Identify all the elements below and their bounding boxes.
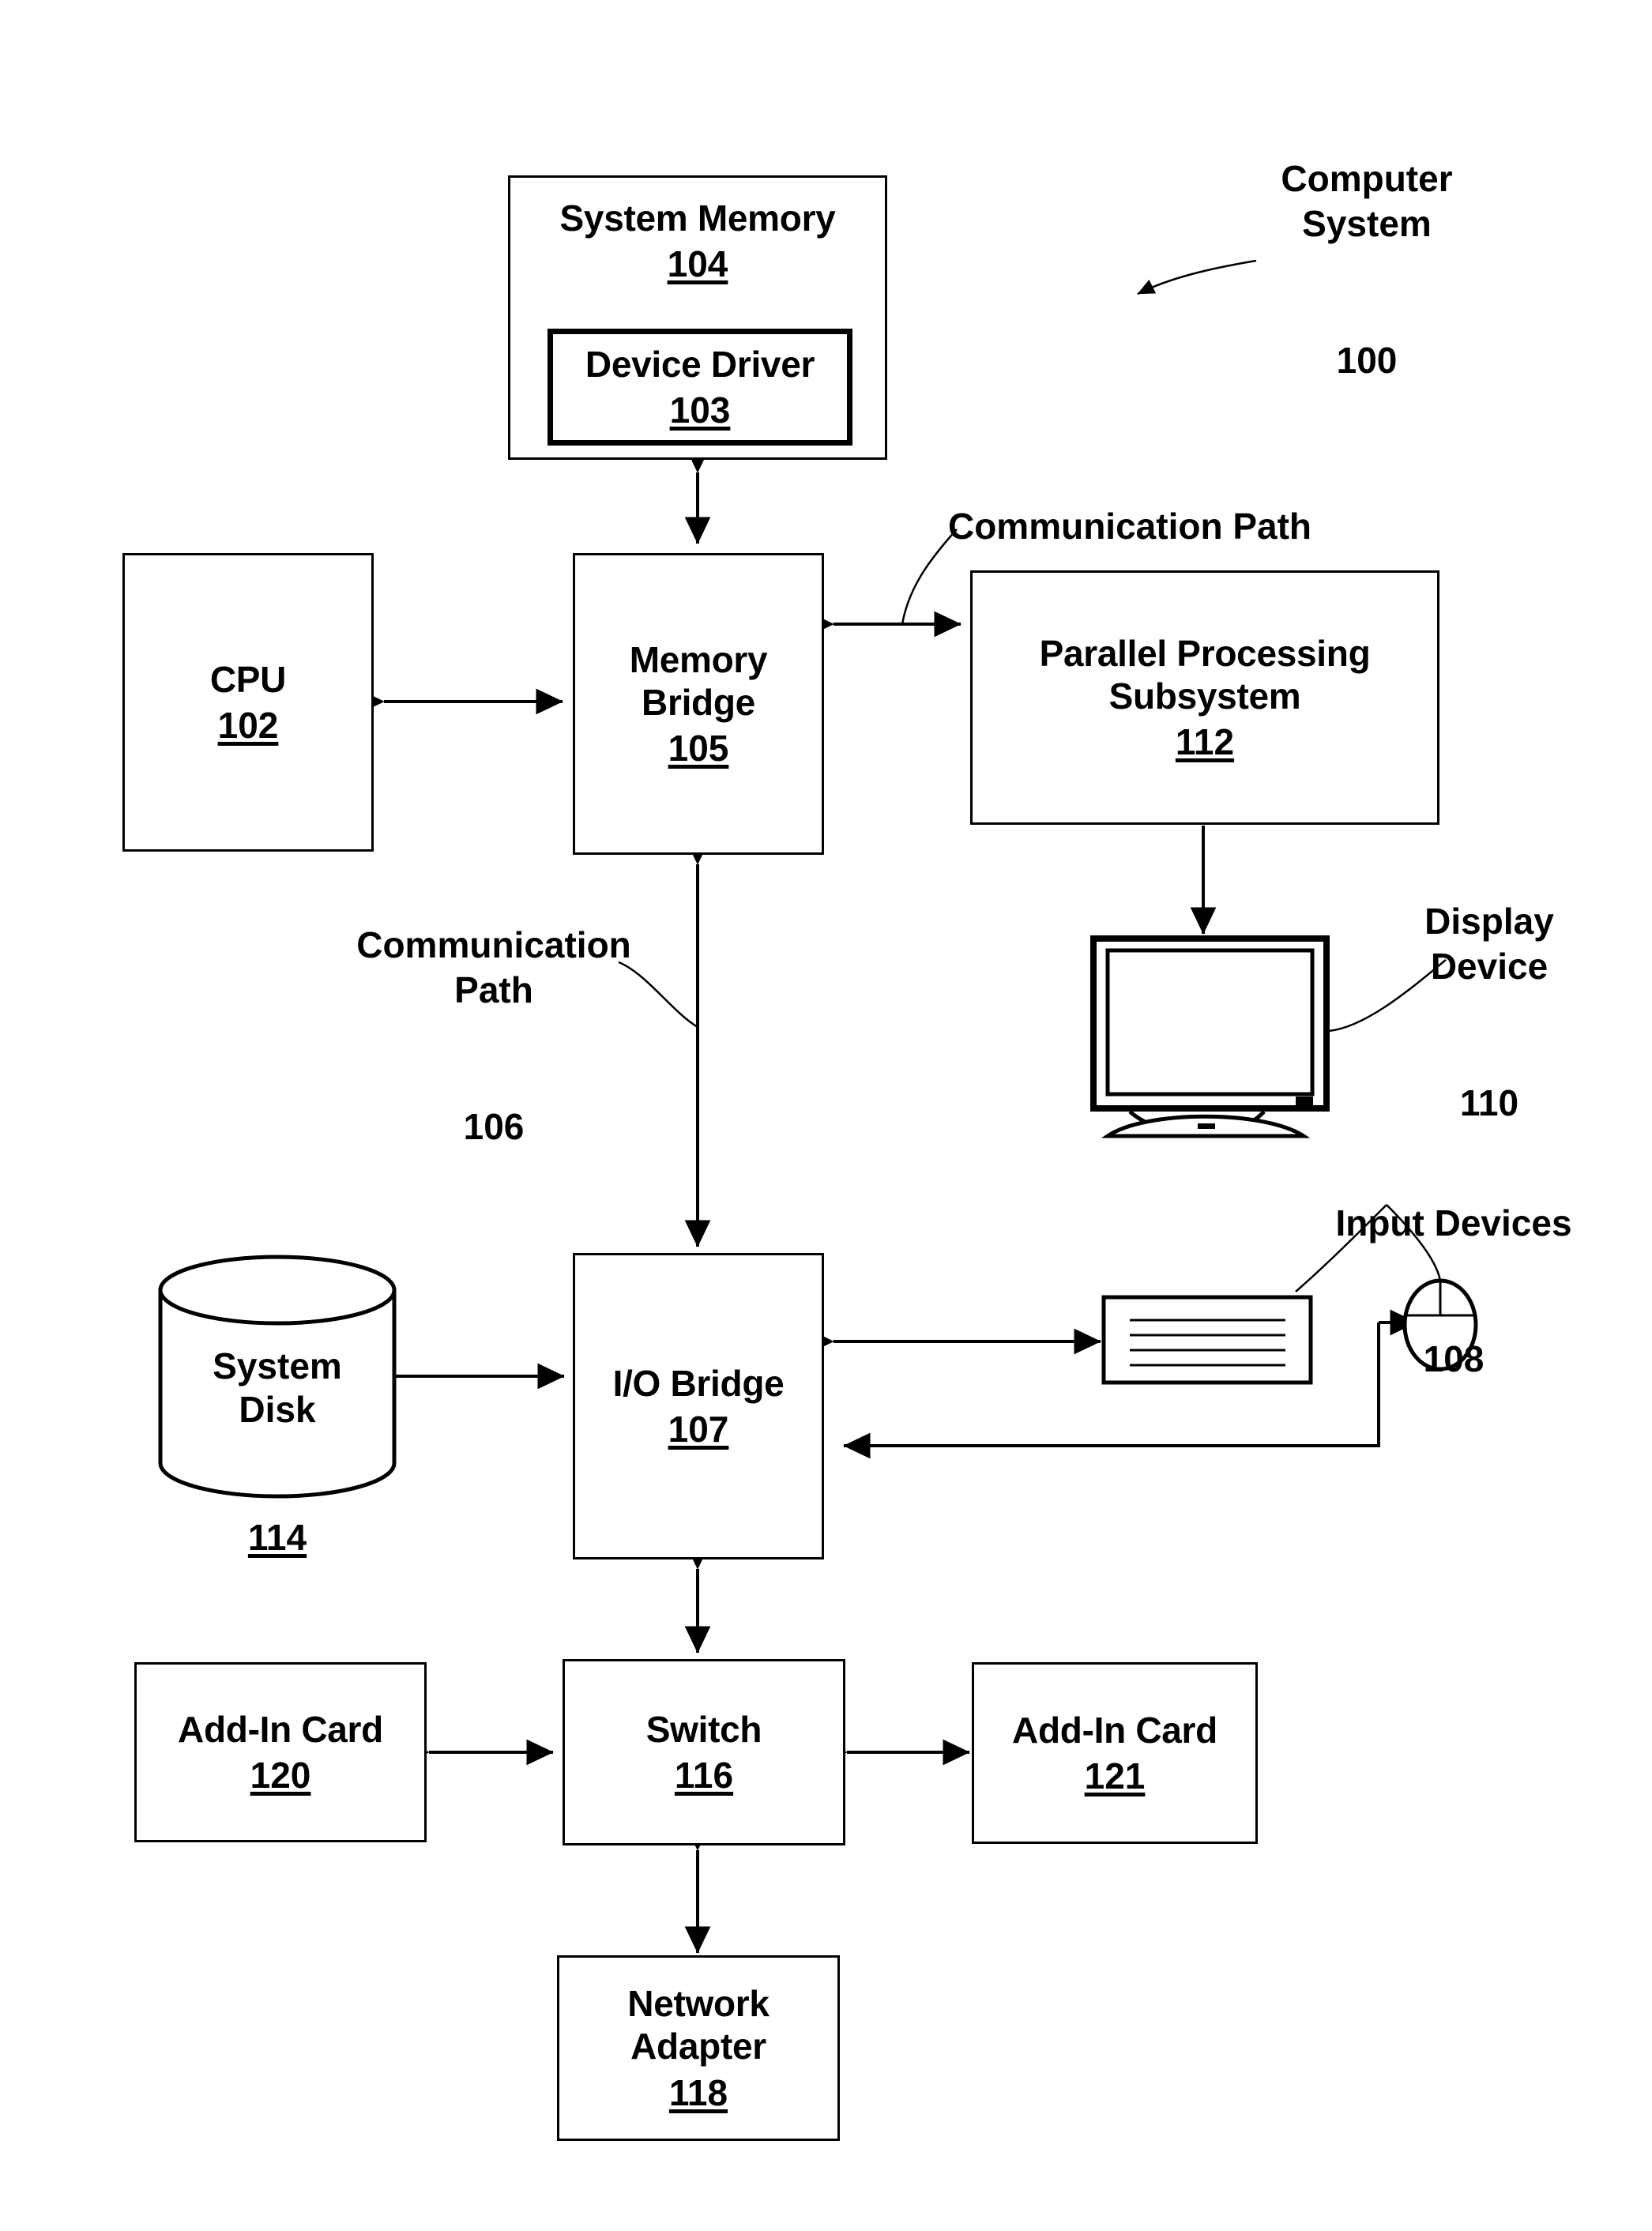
block-system-disk-number: 114 bbox=[247, 1517, 307, 1559]
block-io-bridge[interactable]: I/O Bridge 107 bbox=[573, 1253, 824, 1559]
callout-input-devices: Input Devices 108 bbox=[1288, 1155, 1620, 1383]
block-add-in-card-120[interactable]: Add-In Card 120 bbox=[134, 1662, 427, 1842]
block-add-in-card-120-title: Add-In Card bbox=[178, 1708, 383, 1750]
callout-communication-path-106: Communication Path 106 bbox=[328, 877, 660, 1149]
computer-system-leader-arrow bbox=[1137, 259, 1257, 295]
callout-computer-system: Computer System 100 bbox=[1240, 111, 1493, 383]
callout-display-device: Display Device 110 bbox=[1371, 853, 1608, 1126]
block-system-memory[interactable]: System Memory 104 Device Driver 103 bbox=[508, 175, 887, 460]
block-cpu[interactable]: CPU 102 bbox=[122, 553, 374, 852]
callout-communication-path-106-label: Communication Path bbox=[356, 924, 631, 1011]
block-switch[interactable]: Switch 116 bbox=[563, 1659, 845, 1845]
block-io-bridge-title: I/O Bridge bbox=[612, 1362, 785, 1404]
figure-canvas: Computer System 100 System Memory 104 De… bbox=[0, 0, 1652, 2231]
display-device-monitor bbox=[1090, 935, 1330, 1138]
block-memory-bridge-number: 105 bbox=[668, 728, 729, 769]
block-network-adapter[interactable]: Network Adapter 118 bbox=[557, 1955, 840, 2141]
block-io-bridge-number: 107 bbox=[668, 1409, 729, 1450]
callout-input-devices-label: Input Devices bbox=[1335, 1202, 1572, 1243]
callout-input-devices-number: 108 bbox=[1423, 1338, 1485, 1379]
block-device-driver[interactable]: Device Driver 103 bbox=[548, 329, 852, 446]
block-cpu-number: 102 bbox=[217, 705, 279, 746]
block-device-driver-title: Device Driver bbox=[585, 343, 815, 385]
block-parallel-processing-subsystem[interactable]: Parallel Processing Subsystem 112 bbox=[970, 570, 1439, 825]
block-parallel-processing-subsystem-number: 112 bbox=[1175, 721, 1235, 763]
block-system-memory-title: System Memory bbox=[559, 198, 836, 239]
block-system-disk-title: System Disk bbox=[213, 1345, 342, 1430]
block-cpu-title: CPU bbox=[209, 658, 287, 700]
block-system-disk[interactable]: System Disk 114 bbox=[160, 1302, 394, 1559]
block-network-adapter-number: 118 bbox=[668, 2071, 728, 2113]
callout-communication-path-113-label: Communication Path bbox=[947, 505, 1312, 547]
keyboard-device bbox=[1101, 1295, 1313, 1385]
block-add-in-card-121[interactable]: Add-In Card 121 bbox=[972, 1662, 1258, 1844]
callout-communication-path-106-number: 106 bbox=[463, 1105, 525, 1147]
block-add-in-card-120-number: 120 bbox=[250, 1755, 311, 1796]
callout-computer-system-label: Computer System bbox=[1281, 157, 1453, 245]
block-add-in-card-121-number: 121 bbox=[1084, 1755, 1146, 1796]
block-device-driver-number: 103 bbox=[669, 389, 731, 431]
block-switch-number: 116 bbox=[674, 1755, 734, 1796]
block-memory-bridge[interactable]: Memory Bridge 105 bbox=[573, 553, 824, 855]
block-parallel-processing-subsystem-title: Parallel Processing Subsystem bbox=[1039, 632, 1371, 717]
block-network-adapter-title: Network Adapter bbox=[627, 1983, 770, 2067]
block-system-memory-number: 104 bbox=[667, 243, 728, 285]
block-switch-title: Switch bbox=[645, 1708, 762, 1750]
block-memory-bridge-title: Memory Bridge bbox=[629, 638, 768, 723]
callout-computer-system-number: 100 bbox=[1336, 339, 1398, 381]
callout-display-device-label: Display Device bbox=[1424, 900, 1554, 988]
block-add-in-card-121-title: Add-In Card bbox=[1012, 1709, 1217, 1751]
callout-display-device-number: 110 bbox=[1459, 1082, 1519, 1123]
